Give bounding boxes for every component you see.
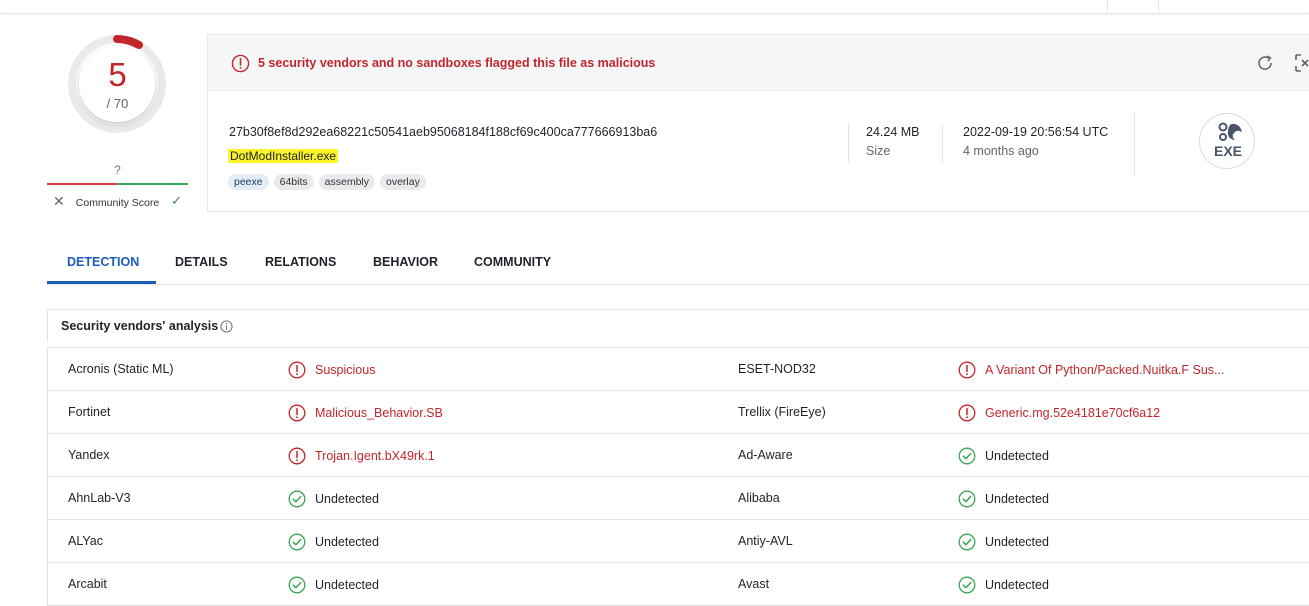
check-circle-icon (288, 533, 306, 551)
alert-circle-icon (288, 361, 306, 379)
detection-score-widget: 5 / 70 ? ✕ Community Score ✓ (47, 30, 188, 220)
tab-details[interactable]: DETAILS (175, 255, 228, 269)
vendor-result: Generic.mg.52e4181e70cf6a12 (958, 404, 1160, 422)
gear-icon (1218, 122, 1242, 141)
divider (848, 123, 849, 163)
check-circle-icon (958, 576, 976, 594)
detection-total: / 70 (106, 96, 129, 111)
top-nav-tab[interactable] (1107, 0, 1159, 14)
file-info-card: 5 security vendors and no sandboxes flag… (207, 34, 1309, 212)
divider (942, 123, 943, 163)
vendor-result-label: Undetected (985, 492, 1049, 506)
check-circle-icon (958, 533, 976, 551)
tag-assembly[interactable]: assembly (318, 174, 375, 190)
community-bar-negative (47, 183, 117, 185)
vendor-result: Undetected (288, 533, 379, 551)
vendor-name: ESET-NOD32 (738, 362, 816, 376)
vendor-result: A Variant Of Python/Packed.Nuitka.F Sus.… (958, 361, 1224, 379)
alert-circle-icon (958, 361, 976, 379)
vendor-name: Avast (738, 577, 770, 591)
vendor-result: Undetected (958, 447, 1049, 465)
tab-detection[interactable]: DETECTION (67, 255, 139, 269)
table-row: Fortinet Malicious_Behavior.SB Trellix (Fi… (48, 391, 1309, 434)
check-circle-icon (958, 490, 976, 508)
vendor-result-label: Undetected (985, 535, 1049, 549)
table-row: Acronis (Static ML) Suspicious ESET-NOD32 A… (48, 348, 1309, 391)
file-type-label: EXE (1213, 143, 1242, 159)
vote-harmless-icon[interactable]: ✓ (171, 193, 182, 209)
vendor-result: Suspicious (288, 361, 375, 379)
alert-message: 5 security vendors and no sandboxes flag… (258, 56, 656, 70)
vendors-section-header: Security vendors' analysis (47, 309, 1309, 342)
vendor-result-label: Generic.mg.52e4181e70cf6a12 (985, 406, 1161, 420)
tab-community[interactable]: COMMUNITY (474, 255, 551, 269)
vendor-name: Acronis (Static ML) (68, 362, 174, 376)
top-nav-bar (0, 0, 1309, 14)
table-row: ALYac Undetected Antiy-AVL Undetected (48, 520, 1309, 563)
vendor-result-label: Malicious_Behavior.SB (315, 406, 443, 420)
vendor-result-label: Undetected (985, 449, 1049, 463)
table-row: Yandex Trojan.Igent.bX49rk.1 Ad-Aware Undet… (48, 434, 1309, 477)
file-name: DotModInstaller.exe (228, 149, 339, 163)
vendor-result-label: Undetected (315, 492, 379, 506)
similar-icon[interactable] (1293, 52, 1309, 74)
tag-peexe[interactable]: peexe (228, 174, 269, 190)
vendor-result: Undetected (288, 576, 379, 594)
analysis-date: 2022-09-19 20:56:54 UTC (963, 125, 1109, 139)
vendor-result-label: Undetected (315, 535, 379, 549)
vendor-result: Undetected (958, 533, 1049, 551)
vendor-name: ALYac (68, 534, 103, 548)
tab-behavior[interactable]: BEHAVIOR (373, 255, 438, 269)
vendor-name: AhnLab-V3 (68, 491, 131, 505)
vendor-name: Alibaba (738, 491, 780, 505)
tab-relations[interactable]: RELATIONS (265, 255, 336, 269)
vendor-result-label: Undetected (315, 578, 379, 592)
reanalyze-icon[interactable] (1255, 53, 1275, 73)
vendor-result: Undetected (288, 490, 379, 508)
file-size-label: Size (866, 144, 891, 158)
vendor-result: Trojan.Igent.bX49rk.1 (288, 447, 435, 465)
detection-count: 5 (108, 56, 127, 93)
alert-circle-icon (958, 404, 976, 422)
vendor-result-label: Undetected (985, 578, 1049, 592)
vendor-result-label: Trojan.Igent.bX49rk.1 (315, 449, 435, 463)
active-tab-indicator (47, 281, 156, 284)
file-type-badge: EXE (1199, 113, 1255, 169)
community-bar-positive (117, 183, 188, 185)
tag-64bits[interactable]: 64bits (273, 174, 314, 190)
malicious-alert-banner: 5 security vendors and no sandboxes flag… (208, 35, 1309, 91)
check-circle-icon (958, 447, 976, 465)
divider (1134, 111, 1135, 175)
vendor-name: Antiy-AVL (738, 534, 793, 548)
vendor-result: Undetected (958, 576, 1049, 594)
alert-circle-icon (288, 447, 306, 465)
vendor-name: Arcabit (68, 577, 107, 591)
section-title: Security vendors' analysis (61, 319, 219, 333)
analysis-date-relative: 4 months ago (963, 144, 1039, 158)
vendor-name: Trellix (FireEye) (738, 405, 826, 419)
file-hash[interactable]: 27b30f8ef8d292ea68221c50541aeb95068184f1… (229, 125, 657, 139)
check-circle-icon (288, 576, 306, 594)
vendor-name: Yandex (68, 448, 110, 462)
alert-circle-icon (231, 54, 250, 73)
community-score-label: Community Score (75, 197, 160, 209)
check-circle-icon (288, 490, 306, 508)
community-score-value: ? (114, 163, 121, 177)
table-row: Arcabit Undetected Avast Undetected (48, 563, 1309, 606)
alert-circle-icon (288, 404, 306, 422)
file-size-value: 24.24 MB (866, 125, 920, 139)
vendor-result-label: Suspicious (315, 363, 376, 377)
vendor-name: Fortinet (68, 405, 111, 419)
vendor-result-label: A Variant Of Python/Packed.Nuitka.F Sus.… (985, 363, 1225, 377)
community-score-row: ✕ Community Score ✓ (47, 192, 188, 214)
tag-overlay[interactable]: overlay (380, 174, 426, 190)
vendor-name: Ad-Aware (738, 448, 793, 462)
file-tags: peexe 64bits assembly overlay (228, 174, 426, 190)
info-icon[interactable] (220, 320, 233, 333)
vendors-table: Acronis (Static ML) Suspicious ESET-NOD32 A… (47, 347, 1309, 606)
report-tabs: DETECTION DETAILS RELATIONS BEHAVIOR COM… (47, 240, 1309, 285)
table-row: AhnLab-V3 Undetected Alibaba Undetected (48, 477, 1309, 520)
vendor-result: Malicious_Behavior.SB (288, 404, 443, 422)
vendor-result: Undetected (958, 490, 1049, 508)
